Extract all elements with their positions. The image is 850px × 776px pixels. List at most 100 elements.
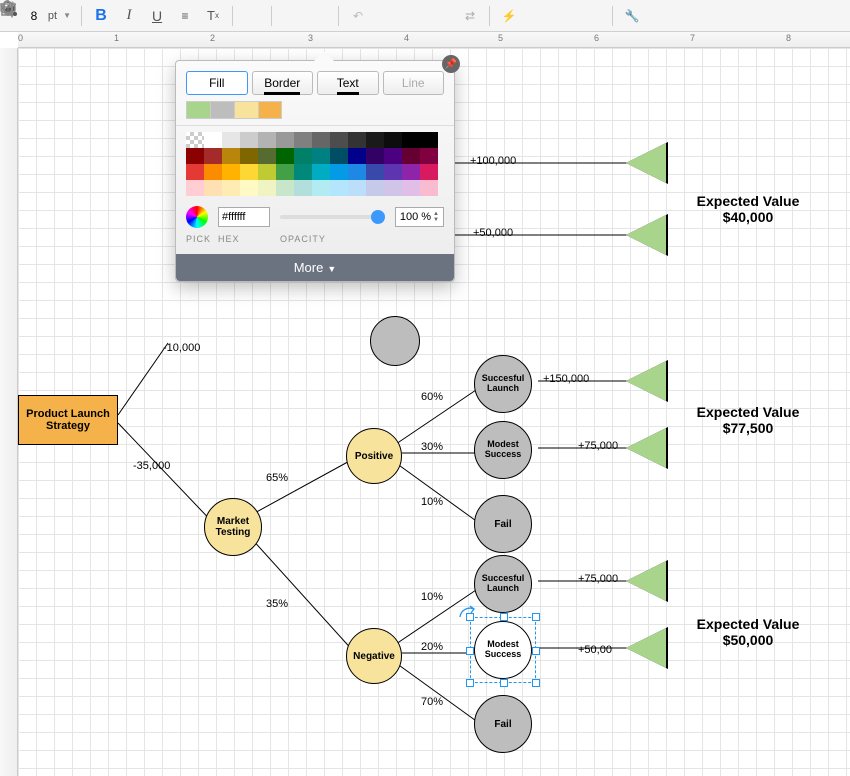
swatch[interactable] [186,180,204,196]
bold-button[interactable]: B [88,3,114,29]
root-node[interactable]: Product Launch Strategy [18,395,118,445]
swatch[interactable] [384,132,402,148]
underline-button[interactable]: U [144,3,170,29]
swatch[interactable] [402,132,420,148]
pin-icon[interactable]: 📌 [442,55,460,73]
swatch[interactable] [204,132,222,148]
recent-swatch[interactable] [234,101,258,119]
swatch[interactable] [366,180,384,196]
swatch[interactable] [276,180,294,196]
swatch[interactable] [204,180,222,196]
swatch[interactable] [402,164,420,180]
swatch[interactable] [276,164,294,180]
outcome-node-partial[interactable] [370,316,420,366]
swatch[interactable] [312,180,330,196]
italic-button[interactable]: I [116,3,142,29]
tab-border[interactable]: Border [252,71,314,95]
swatch[interactable] [186,164,204,180]
swatch[interactable] [420,180,438,196]
align-shape-button[interactable] [278,3,304,29]
swatch[interactable] [240,164,258,180]
more-button[interactable]: More▼ [176,254,454,281]
swatch[interactable] [330,148,348,164]
text-format-button[interactable]: Tx [200,3,226,29]
hex-input[interactable] [218,207,270,227]
opacity-value[interactable]: 100 % ▲▼ [395,207,444,227]
swatch[interactable] [330,132,348,148]
settings-button[interactable]: 🔧 [619,3,645,29]
swatch[interactable] [330,164,348,180]
swatch[interactable] [204,148,222,164]
recent-swatch[interactable] [186,101,210,119]
swatch[interactable] [294,180,312,196]
swatch[interactable] [348,180,366,196]
recent-swatch[interactable] [258,101,282,119]
swatch[interactable] [222,132,240,148]
swatch[interactable] [420,132,438,148]
font-size-dropdown[interactable]: ▼ [59,11,75,20]
font-family-dropdown[interactable]: ▼ [4,11,20,20]
undo-curve-button[interactable]: ↶ [345,3,371,29]
modest-success-node[interactable]: ModestSuccess [474,421,532,479]
swatch[interactable] [384,180,402,196]
swatch[interactable] [240,148,258,164]
swatch[interactable] [366,132,384,148]
swatch[interactable] [258,180,276,196]
stepper-icon[interactable]: ▲▼ [433,211,439,223]
lock-button[interactable] [552,3,578,29]
positive-node[interactable]: Positive [346,428,402,484]
swatch[interactable] [348,132,366,148]
swatch[interactable] [402,148,420,164]
swatch[interactable] [186,148,204,164]
swatch[interactable] [222,180,240,196]
swatch[interactable] [384,164,402,180]
swatch[interactable] [276,148,294,164]
swatch[interactable] [312,148,330,164]
recent-swatch[interactable] [210,101,234,119]
swap-direction-button[interactable]: ⇄ [457,3,483,29]
font-size-input[interactable] [22,9,46,23]
swatch[interactable] [420,148,438,164]
swatch[interactable] [366,164,384,180]
swatch[interactable] [312,132,330,148]
negative-node[interactable]: Negative [346,628,402,684]
info-button[interactable]: i [580,3,606,29]
swatch[interactable] [222,148,240,164]
auto-button[interactable]: ⚡ [496,3,522,29]
swatch[interactable] [402,180,420,196]
swatch[interactable] [330,180,348,196]
swatch[interactable] [240,180,258,196]
swatch[interactable] [384,148,402,164]
swatch[interactable] [276,132,294,148]
swatch[interactable] [294,164,312,180]
line-style-2-button[interactable] [401,3,427,29]
succesful-launch-node[interactable]: SuccesfulLaunch [474,355,532,413]
line-style-1-button[interactable] [373,3,399,29]
swatch[interactable] [294,132,312,148]
swatch[interactable] [294,148,312,164]
arrow-style-button[interactable] [429,3,455,29]
tab-fill[interactable]: Fill [186,71,248,95]
market-testing-node[interactable]: MarketTesting [204,498,262,556]
distribute-button[interactable] [306,3,332,29]
align-button[interactable]: ≡ [172,3,198,29]
swatch[interactable] [204,164,222,180]
swatch[interactable] [312,164,330,180]
snap-button[interactable] [524,3,550,29]
swatch[interactable] [420,164,438,180]
slider-thumb[interactable] [371,210,385,224]
swatch[interactable] [348,148,366,164]
fail-node[interactable]: Fail [474,495,532,553]
color-wheel-icon[interactable] [186,206,208,228]
swatch[interactable] [222,164,240,180]
opacity-slider[interactable] [280,215,385,219]
swatch[interactable] [258,132,276,148]
fail-node-2[interactable]: Fail [474,695,532,753]
swatch[interactable] [258,148,276,164]
swatch[interactable] [348,164,366,180]
swatch[interactable] [258,164,276,180]
fill-color-button[interactable] [239,3,265,29]
swatch-transparent[interactable] [186,132,204,148]
tab-text[interactable]: Text [317,71,379,95]
succesful-launch-node-2[interactable]: SuccesfulLaunch [474,555,532,613]
